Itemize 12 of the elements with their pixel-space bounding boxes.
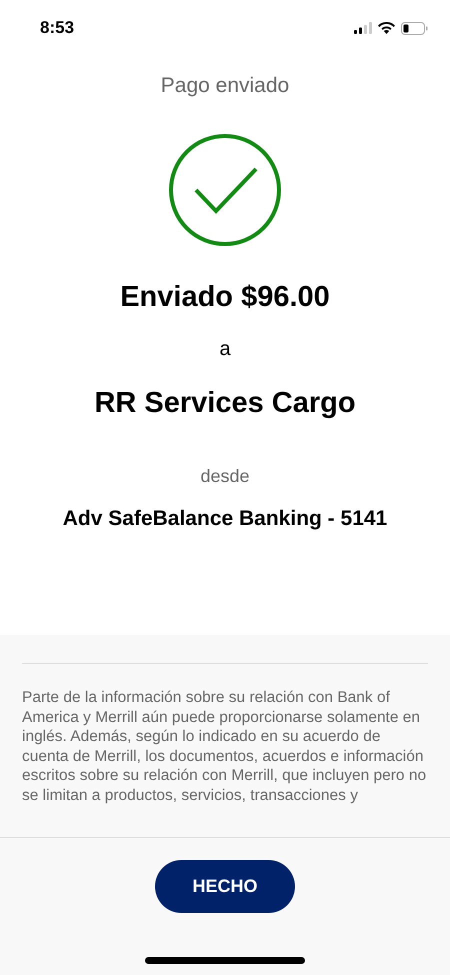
signal-icon xyxy=(354,22,372,34)
to-text: a xyxy=(219,338,231,361)
wifi-icon xyxy=(378,22,395,34)
screen-title: Pago enviado xyxy=(160,74,290,98)
status-time: 8:53 xyxy=(40,18,74,38)
disclaimer-text: Parte de la información sobre su relación con Bank of America y Merrill aún puede proporcionarse solamente en inglés. Además, según lo indicado en su acuerdo de cuenta de Merrill, los documentos, acuerdos e información escritos sobre su relación con Merrill, que incluyen pero no se limitan a productos, servicios, transacciones y xyxy=(22,688,428,805)
done-button[interactable]: HECHO xyxy=(155,860,295,913)
account-name: Adv SafeBalance Banking - 5141 xyxy=(62,507,388,531)
battery-icon xyxy=(401,22,428,34)
amount-text: Enviado $96.00 xyxy=(120,281,330,314)
payee-name: RR Services Cargo xyxy=(94,387,356,420)
from-text: desde xyxy=(200,466,250,487)
